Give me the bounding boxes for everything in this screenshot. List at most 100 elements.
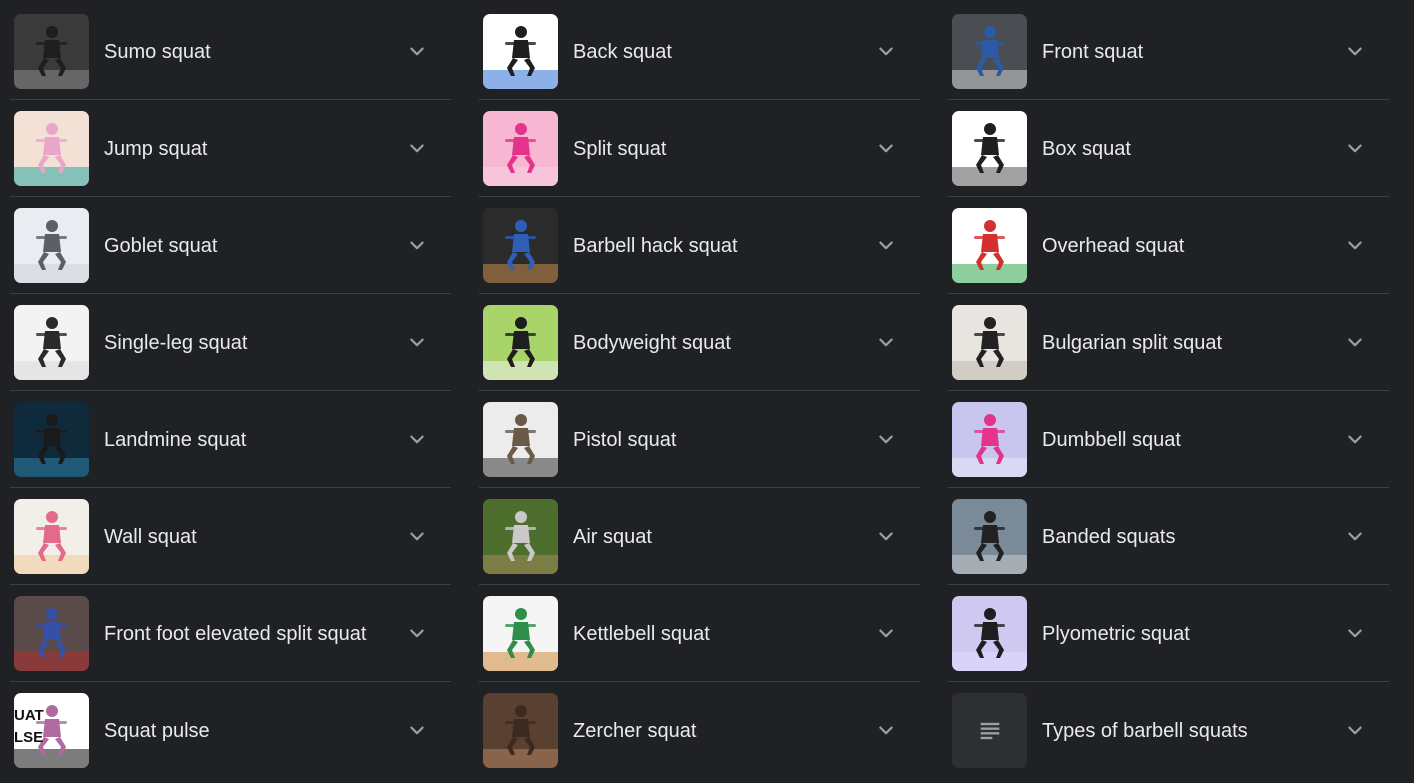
thumbnail-figure	[14, 596, 89, 671]
thumbnail-figure	[483, 305, 558, 380]
exercise-thumbnail	[483, 111, 558, 186]
thumbnail-figure	[952, 14, 1027, 89]
exercise-title: Box squat	[1042, 137, 1131, 160]
related-exercises-grid: Sumo squat Jump squat Goblet squat Single-l…	[10, 3, 1390, 779]
chevron-down-icon[interactable]	[1343, 234, 1367, 258]
expandable-list-item[interactable]: Wall squat	[10, 488, 451, 585]
expandable-list-item[interactable]: Jump squat	[10, 100, 451, 197]
chevron-down-icon[interactable]	[874, 331, 898, 355]
thumbnail-figure	[14, 499, 89, 574]
chevron-down-icon[interactable]	[874, 525, 898, 549]
chevron-down-icon[interactable]	[1343, 40, 1367, 64]
thumbnail-figure	[952, 111, 1027, 186]
exercise-title: Front squat	[1042, 40, 1144, 63]
exercise-thumbnail	[952, 499, 1027, 574]
exercise-title: Sumo squat	[104, 40, 211, 63]
thumbnail-figure	[14, 402, 89, 477]
exercise-thumbnail	[483, 693, 558, 768]
expandable-list-item[interactable]: UAT LSE Squat pulse	[10, 682, 451, 779]
chevron-down-icon[interactable]	[405, 525, 429, 549]
exercise-thumbnail	[483, 402, 558, 477]
thumbnail-figure	[483, 208, 558, 283]
expandable-list-item[interactable]: Bulgarian split squat	[948, 294, 1389, 391]
exercise-title: Dumbbell squat	[1042, 428, 1181, 451]
exercise-title: Zercher squat	[573, 719, 697, 742]
exercise-thumbnail	[483, 499, 558, 574]
expandable-list-item[interactable]: Types of barbell squats	[948, 682, 1389, 779]
thumbnail-figure	[14, 111, 89, 186]
exercise-thumbnail	[14, 596, 89, 671]
expandable-list-item[interactable]: Goblet squat	[10, 197, 451, 294]
expandable-list-item[interactable]: Back squat	[479, 3, 920, 100]
expandable-list-item[interactable]: Split squat	[479, 100, 920, 197]
thumbnail-figure	[483, 402, 558, 477]
expandable-list-item[interactable]: Front foot elevated split squat	[10, 585, 451, 682]
chevron-down-icon[interactable]	[1343, 428, 1367, 452]
chevron-down-icon[interactable]	[405, 331, 429, 355]
chevron-down-icon[interactable]	[405, 137, 429, 161]
chevron-down-icon[interactable]	[874, 40, 898, 64]
thumbnail-figure	[483, 693, 558, 768]
exercise-title: Landmine squat	[104, 428, 247, 451]
chevron-down-icon[interactable]	[1343, 719, 1367, 743]
expandable-list-item[interactable]: Bodyweight squat	[479, 294, 920, 391]
exercise-title: Plyometric squat	[1042, 622, 1190, 645]
exercise-title: Goblet squat	[104, 234, 218, 257]
expandable-list-item[interactable]: Barbell hack squat	[479, 197, 920, 294]
exercise-title: Jump squat	[104, 137, 208, 160]
exercise-thumbnail	[952, 111, 1027, 186]
expandable-list-item[interactable]: Banded squats	[948, 488, 1389, 585]
chevron-down-icon[interactable]	[405, 428, 429, 452]
thumbnail-figure	[483, 111, 558, 186]
chevron-down-icon[interactable]	[874, 719, 898, 743]
expandable-list-item[interactable]: Box squat	[948, 100, 1389, 197]
expandable-list-item[interactable]: Overhead squat	[948, 197, 1389, 294]
expandable-list-item[interactable]: Dumbbell squat	[948, 391, 1389, 488]
exercise-thumbnail	[14, 402, 89, 477]
thumbnail-figure	[483, 14, 558, 89]
document-lines-icon	[952, 693, 1027, 768]
thumbnail-figure	[952, 596, 1027, 671]
expandable-list-item[interactable]: Sumo squat	[10, 3, 451, 100]
thumbnail-figure	[14, 208, 89, 283]
chevron-down-icon[interactable]	[405, 719, 429, 743]
thumbnail-figure	[483, 499, 558, 574]
exercise-thumbnail	[952, 596, 1027, 671]
expandable-list-item[interactable]: Zercher squat	[479, 682, 920, 779]
chevron-down-icon[interactable]	[874, 622, 898, 646]
chevron-down-icon[interactable]	[405, 622, 429, 646]
exercise-thumbnail	[952, 402, 1027, 477]
chevron-down-icon[interactable]	[874, 234, 898, 258]
chevron-down-icon[interactable]	[874, 428, 898, 452]
exercise-thumbnail	[952, 305, 1027, 380]
expandable-list-item[interactable]: Landmine squat	[10, 391, 451, 488]
expandable-list-item[interactable]: Kettlebell squat	[479, 585, 920, 682]
exercise-title: Bulgarian split squat	[1042, 331, 1223, 354]
expandable-list-item[interactable]: Front squat	[948, 3, 1389, 100]
expandable-list-item[interactable]: Air squat	[479, 488, 920, 585]
exercise-thumbnail	[14, 208, 89, 283]
exercise-title: Bodyweight squat	[573, 331, 731, 354]
chevron-down-icon[interactable]	[405, 234, 429, 258]
expandable-list-item[interactable]: Pistol squat	[479, 391, 920, 488]
exercise-thumbnail	[483, 596, 558, 671]
expandable-list-item[interactable]: Single-leg squat	[10, 294, 451, 391]
chevron-down-icon[interactable]	[1343, 137, 1367, 161]
exercise-title: Pistol squat	[573, 428, 677, 451]
expandable-list-item[interactable]: Plyometric squat	[948, 585, 1389, 682]
chevron-down-icon[interactable]	[874, 137, 898, 161]
exercise-thumbnail	[14, 499, 89, 574]
thumbnail-figure	[952, 402, 1027, 477]
exercise-thumbnail	[14, 14, 89, 89]
chevron-down-icon[interactable]	[1343, 331, 1367, 355]
chevron-down-icon[interactable]	[1343, 525, 1367, 549]
exercise-thumbnail: UAT LSE	[14, 693, 89, 768]
results-column: Sumo squat Jump squat Goblet squat Single-l…	[10, 3, 451, 779]
exercise-title: Squat pulse	[104, 719, 210, 742]
exercise-title: Overhead squat	[1042, 234, 1185, 257]
chevron-down-icon[interactable]	[1343, 622, 1367, 646]
results-column: Back squat Split squat Barbell hack squat B…	[479, 3, 920, 779]
chevron-down-icon[interactable]	[405, 40, 429, 64]
thumbnail-figure	[952, 499, 1027, 574]
exercise-thumbnail	[483, 208, 558, 283]
